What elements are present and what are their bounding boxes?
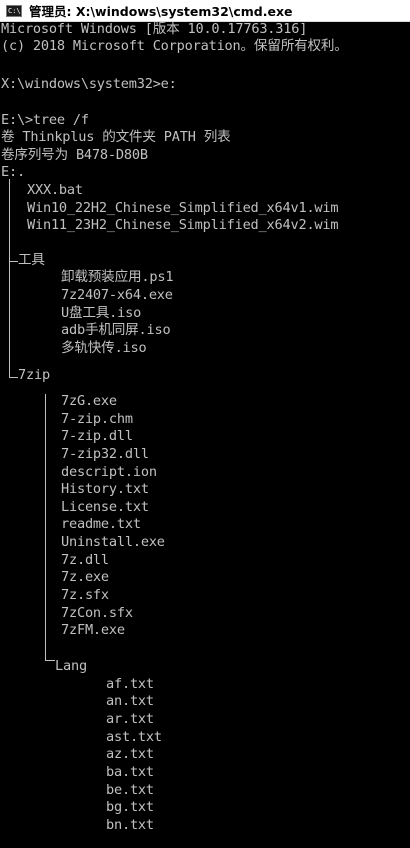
version-line: Microsoft Windows [版本 10.0.17763.316]: [1, 22, 308, 37]
cmd-window: C:\ 管理员: X:\windows\system32\cmd.exe Mic…: [0, 0, 410, 848]
file-entry: Win11_23H2_Chinese_Simplified_x64v2.wim: [27, 217, 339, 233]
volume-serial-line: 卷序列号为 B478-D80B: [1, 147, 148, 163]
folder-lang: Lang: [55, 658, 87, 674]
tree-root: E:.: [1, 164, 25, 180]
file-entry: U盘工具.iso: [61, 305, 142, 321]
copyright-line: (c) 2018 Microsoft Corporation。保留所有权利。: [1, 38, 348, 54]
command-prompt-line: E:\>tree /f: [1, 112, 89, 128]
file-entry: readme.txt: [61, 516, 141, 532]
file-entry: ast.txt: [106, 729, 162, 745]
file-entry: History.txt: [61, 481, 149, 497]
file-entry: 7z.sfx: [61, 587, 109, 603]
tree-connector: [9, 179, 10, 378]
file-entry: adb手机同屏.iso: [61, 322, 171, 338]
file-entry: 7-zip.chm: [61, 411, 133, 427]
file-entry: XXX.bat: [27, 182, 83, 198]
file-entry: License.txt: [61, 499, 149, 515]
folder-tools: 工具: [18, 252, 45, 268]
file-entry: ba.txt: [106, 764, 154, 780]
folder-7zip: 7zip: [18, 367, 50, 383]
tree-connector: [9, 377, 18, 378]
tree-connector: [45, 394, 46, 660]
file-entry: 7zG.exe: [61, 393, 117, 409]
file-entry: bg.txt: [106, 799, 154, 815]
command-prompt-line: X:\windows\system32>e:: [1, 76, 177, 92]
file-entry: af.txt: [106, 676, 154, 692]
file-entry: 7z.exe: [61, 569, 109, 585]
file-entry: Win10_22H2_Chinese_Simplified_x64v1.wim: [27, 200, 339, 216]
window-title: 管理员: X:\windows\system32\cmd.exe: [29, 4, 293, 19]
tree-connector: [45, 660, 55, 661]
file-entry: bn.txt: [106, 817, 154, 833]
title-bar[interactable]: C:\ 管理员: X:\windows\system32\cmd.exe: [0, 0, 410, 22]
file-entry: 卸载预装应用.ps1: [61, 269, 174, 285]
cmd-console-icon: C:\: [6, 4, 22, 17]
file-entry: 多轨快传.iso: [61, 340, 147, 356]
file-entry: be.txt: [106, 782, 154, 798]
file-entry: 7z.dll: [61, 552, 109, 568]
file-entry: Uninstall.exe: [61, 534, 165, 550]
file-entry: ar.txt: [106, 711, 154, 727]
file-entry: 7zCon.sfx: [61, 605, 133, 621]
console-output[interactable]: Microsoft Windows [版本 10.0.17763.316] (c…: [0, 22, 410, 848]
file-entry: 7-zip32.dll: [61, 446, 149, 462]
file-entry: an.txt: [106, 693, 154, 709]
file-entry: 7-zip.dll: [61, 428, 133, 444]
tree-connector: [9, 261, 18, 262]
file-entry: az.txt: [106, 746, 154, 762]
file-entry: descript.ion: [61, 464, 157, 480]
file-entry: 7zFM.exe: [61, 622, 125, 638]
volume-label-line: 卷 Thinkplus 的文件夹 PATH 列表: [1, 129, 231, 145]
file-entry: 7z2407-x64.exe: [61, 287, 173, 303]
